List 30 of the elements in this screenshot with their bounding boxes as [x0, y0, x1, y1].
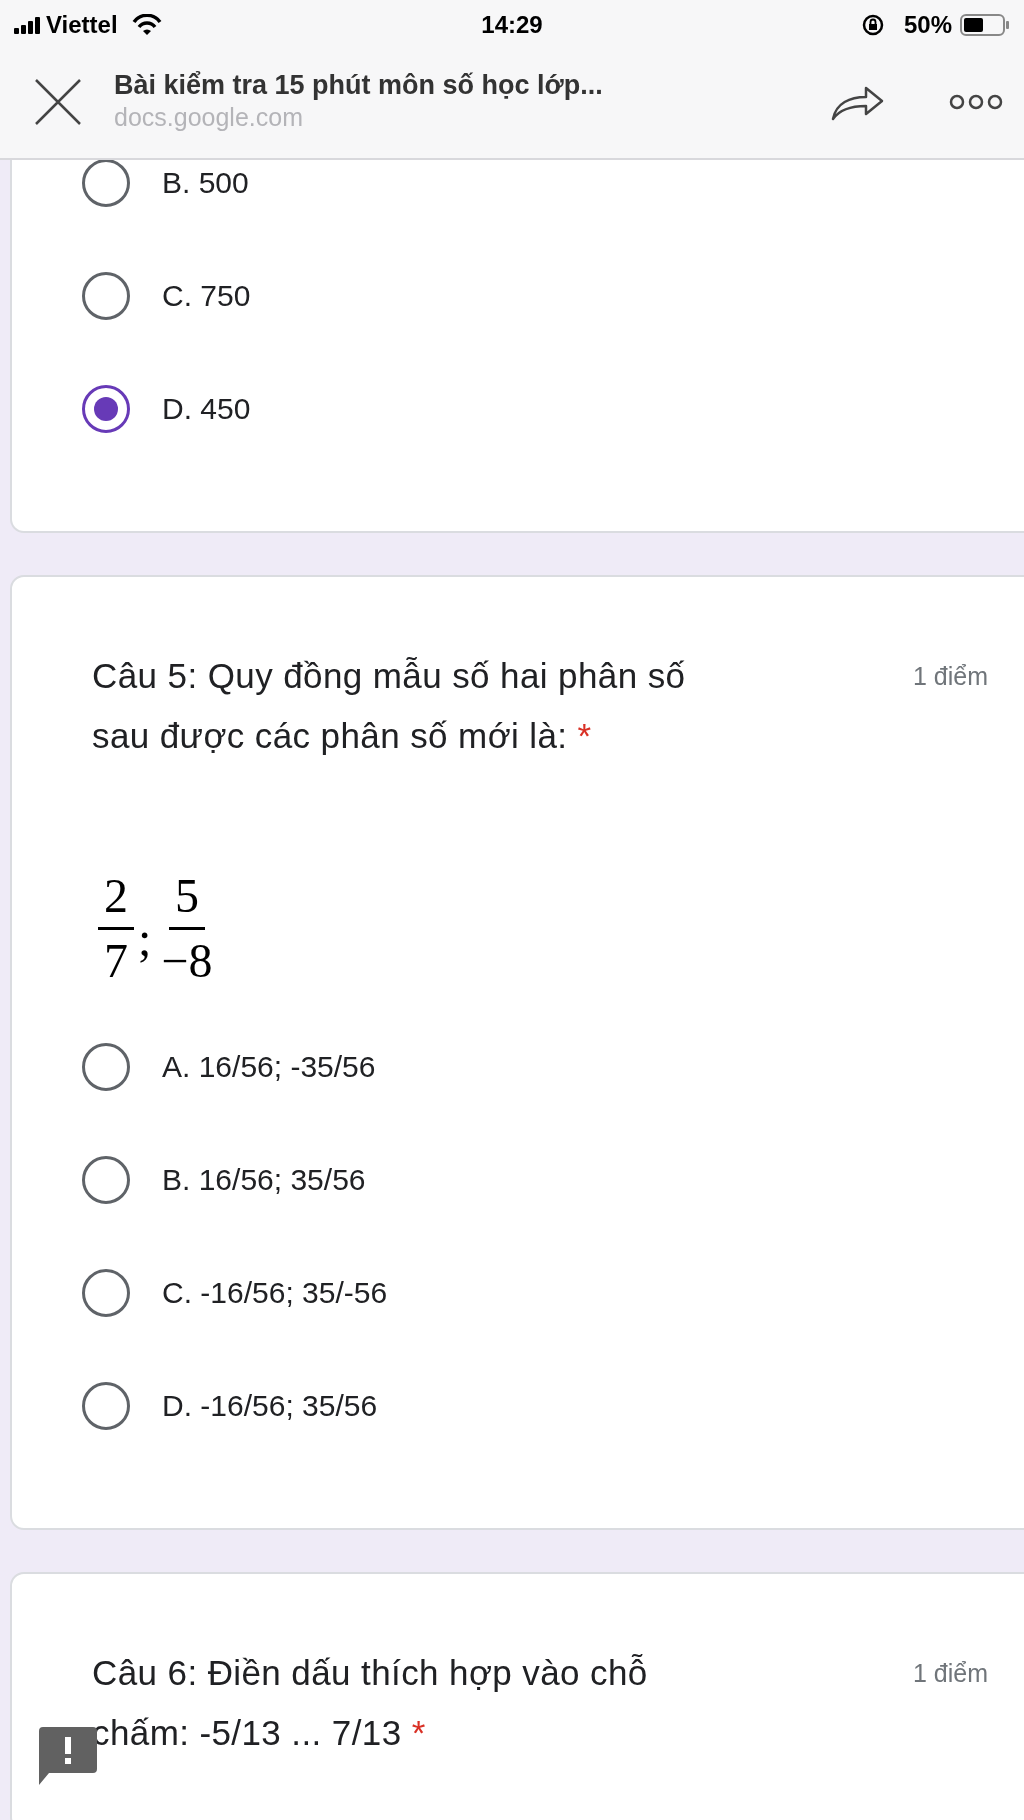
rotation-lock-icon [861, 14, 884, 36]
option-label: D. 450 [162, 391, 251, 426]
battery-icon [960, 14, 1010, 36]
radio-button[interactable] [82, 271, 130, 320]
radio-button[interactable] [82, 1042, 130, 1091]
page-url: docs.google.com [114, 103, 304, 132]
option-label: A. 16/56; -35/56 [162, 1049, 376, 1084]
more-icon[interactable] [948, 92, 1004, 112]
signal-icon [14, 16, 40, 34]
carrier-name: Viettel [46, 11, 118, 39]
radio-button[interactable] [82, 160, 130, 207]
fraction-expression: 2 7 ; 5 −8 [98, 862, 1024, 994]
option-label: B. 500 [162, 165, 249, 200]
radio-button[interactable] [82, 1155, 130, 1204]
wifi-icon [131, 14, 162, 36]
clock-time: 14:29 [481, 11, 543, 38]
option-label: C. 750 [162, 278, 251, 313]
option-label: C. -16/56; 35/-56 [162, 1275, 388, 1310]
page-title: Bài kiểm tra 15 phút môn số học lớp... [114, 70, 604, 101]
option-label: B. 16/56; 35/56 [162, 1162, 366, 1197]
radio-button[interactable] [82, 1268, 130, 1317]
feedback-icon[interactable] [39, 1727, 97, 1785]
points-label: 1 điểm [912, 661, 988, 692]
radio-button[interactable] [82, 1381, 130, 1430]
radio-button[interactable] [82, 384, 130, 433]
points-label: 1 điểm [912, 1658, 988, 1689]
option-label: D. -16/56; 35/56 [162, 1388, 378, 1423]
close-icon[interactable] [34, 78, 82, 126]
battery-percent: 50% [903, 11, 952, 39]
question-text: Câu 5: Quy đồng mẫu số hai phân số sau được các phân số mới là: * [92, 655, 687, 757]
